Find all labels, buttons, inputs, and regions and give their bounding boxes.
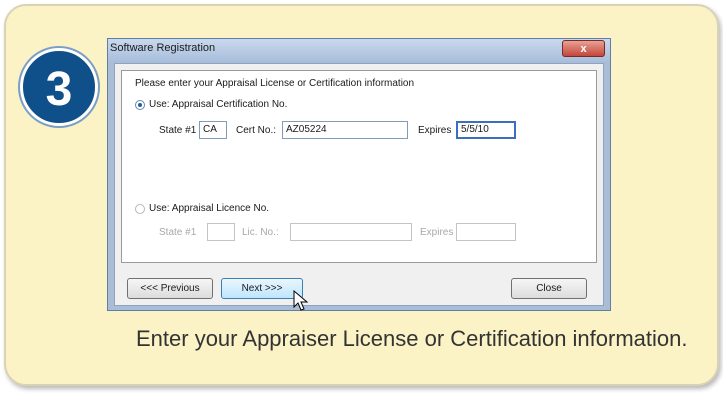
cert-number-label: Cert No.: — [236, 125, 277, 136]
step-number-badge: 3 — [20, 48, 98, 126]
close-button[interactable]: Close — [511, 278, 587, 299]
software-registration-dialog: Software Registration x Please enter you… — [107, 38, 611, 311]
dialog-title: Software Registration — [110, 42, 216, 54]
dialog-client-area: Please enter your Appraisal License or C… — [114, 63, 604, 306]
certification-radio[interactable] — [135, 100, 145, 110]
instruction-card: 3 Software Registration x Please enter y… — [4, 4, 719, 386]
caption-text: Enter your Appraiser License or Certific… — [136, 326, 688, 351]
next-button[interactable]: Next >>> — [221, 278, 303, 299]
lic-state-field[interactable] — [207, 223, 235, 241]
cert-state-label: State #1 — [159, 125, 197, 136]
cert-expires-field[interactable]: 5/5/10 — [456, 121, 516, 139]
previous-button[interactable]: <<< Previous — [127, 278, 213, 299]
cert-expires-label: Expires — [418, 125, 452, 136]
lic-number-field[interactable] — [290, 223, 412, 241]
certification-option-label[interactable]: Use: Appraisal Certification No. — [149, 99, 287, 110]
dialog-titlebar[interactable]: Software Registration x — [108, 39, 610, 61]
mouse-pointer-icon — [293, 290, 309, 311]
close-window-button[interactable]: x — [562, 40, 605, 57]
license-radio[interactable] — [135, 204, 145, 214]
lic-state-label: State #1 — [159, 227, 197, 238]
registration-panel: Please enter your Appraisal License or C… — [121, 70, 597, 263]
cert-number-field[interactable]: AZ05224 — [282, 121, 408, 139]
cert-state-field[interactable]: CA — [199, 121, 227, 139]
lic-expires-label: Expires — [420, 227, 454, 238]
instruction-text: Please enter your Appraisal License or C… — [135, 78, 415, 89]
lic-expires-field[interactable] — [456, 223, 516, 241]
license-option-label[interactable]: Use: Appraisal Licence No. — [149, 203, 269, 214]
lic-number-label: Lic. No.: — [242, 227, 279, 238]
